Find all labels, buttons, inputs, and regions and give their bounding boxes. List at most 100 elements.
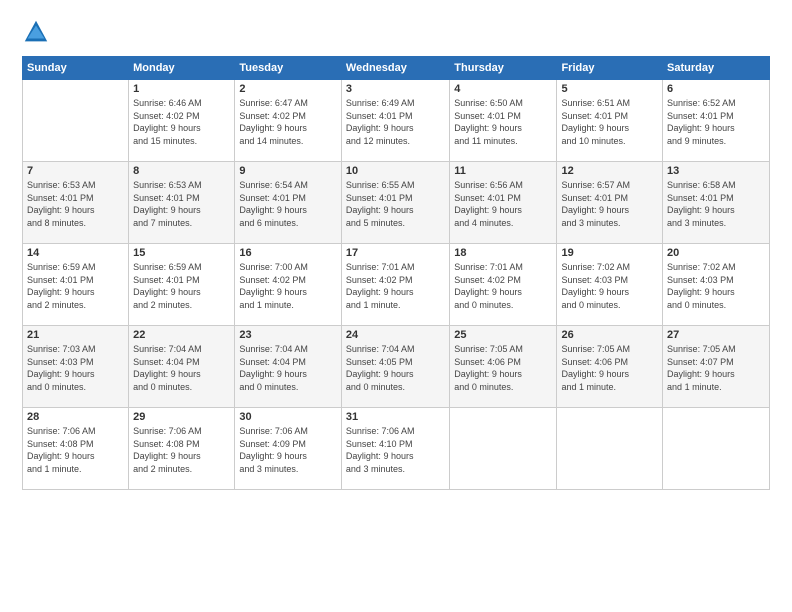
calendar-header-monday: Monday (129, 57, 235, 80)
calendar-cell (23, 80, 129, 162)
day-number: 14 (27, 247, 124, 259)
calendar-header-wednesday: Wednesday (341, 57, 449, 80)
calendar-cell: 25 Sunrise: 7:05 AMSunset: 4:06 PMDayligh… (450, 326, 557, 408)
day-number: 19 (561, 247, 658, 259)
day-info: Sunrise: 7:00 AMSunset: 4:02 PMDaylight:… (239, 261, 337, 311)
calendar-cell: 9 Sunrise: 6:54 AMSunset: 4:01 PMDaylight… (235, 162, 342, 244)
calendar-cell: 12 Sunrise: 6:57 AMSunset: 4:01 PMDayligh… (557, 162, 663, 244)
calendar-week-row: 7 Sunrise: 6:53 AMSunset: 4:01 PMDaylight… (23, 162, 770, 244)
day-info: Sunrise: 7:04 AMSunset: 4:05 PMDaylight:… (346, 343, 445, 393)
day-number: 1 (133, 83, 230, 95)
day-number: 24 (346, 329, 445, 341)
calendar-cell: 30 Sunrise: 7:06 AMSunset: 4:09 PMDayligh… (235, 408, 342, 490)
calendar-header-tuesday: Tuesday (235, 57, 342, 80)
day-info: Sunrise: 6:59 AMSunset: 4:01 PMDaylight:… (27, 261, 124, 311)
day-info: Sunrise: 6:52 AMSunset: 4:01 PMDaylight:… (667, 97, 765, 147)
day-info: Sunrise: 6:58 AMSunset: 4:01 PMDaylight:… (667, 179, 765, 229)
day-number: 26 (561, 329, 658, 341)
day-info: Sunrise: 7:04 AMSunset: 4:04 PMDaylight:… (239, 343, 337, 393)
calendar-cell: 3 Sunrise: 6:49 AMSunset: 4:01 PMDaylight… (341, 80, 449, 162)
calendar-cell: 21Sunrise: 7:03 AMSunset: 4:03 PMDayligh… (23, 326, 129, 408)
day-number: 25 (454, 329, 552, 341)
calendar-cell: 10Sunrise: 6:55 AMSunset: 4:01 PMDayligh… (341, 162, 449, 244)
calendar-cell: 4Sunrise: 6:50 AMSunset: 4:01 PMDaylight… (450, 80, 557, 162)
day-number: 5 (561, 83, 658, 95)
calendar-cell: 1 Sunrise: 6:46 AMSunset: 4:02 PMDaylight… (129, 80, 235, 162)
calendar-cell: 16 Sunrise: 7:00 AMSunset: 4:02 PMDayligh… (235, 244, 342, 326)
day-info: Sunrise: 7:01 AMSunset: 4:02 PMDaylight:… (454, 261, 552, 311)
day-number: 20 (667, 247, 765, 259)
day-number: 11 (454, 165, 552, 177)
day-info: Sunrise: 7:06 AMSunset: 4:09 PMDaylight:… (239, 425, 337, 475)
calendar-cell (663, 408, 770, 490)
day-info: Sunrise: 6:53 AMSunset: 4:01 PMDaylight:… (27, 179, 124, 229)
calendar-cell (557, 408, 663, 490)
day-number: 9 (239, 165, 337, 177)
day-number: 17 (346, 247, 445, 259)
day-number: 31 (346, 411, 445, 423)
calendar-week-row: 14 Sunrise: 6:59 AMSunset: 4:01 PMDayligh… (23, 244, 770, 326)
calendar-cell: 29 Sunrise: 7:06 AMSunset: 4:08 PMDayligh… (129, 408, 235, 490)
logo-icon (22, 18, 50, 46)
page: SundayMondayTuesdayWednesdayThursdayFrid… (0, 0, 792, 612)
day-number: 16 (239, 247, 337, 259)
day-info: Sunrise: 6:47 AMSunset: 4:02 PMDaylight:… (239, 97, 337, 147)
day-number: 3 (346, 83, 445, 95)
day-info: Sunrise: 6:54 AMSunset: 4:01 PMDaylight:… (239, 179, 337, 229)
day-number: 13 (667, 165, 765, 177)
calendar-header-sunday: Sunday (23, 57, 129, 80)
day-info: Sunrise: 6:53 AMSunset: 4:01 PMDaylight:… (133, 179, 230, 229)
day-number: 8 (133, 165, 230, 177)
calendar-cell: 13 Sunrise: 6:58 AMSunset: 4:01 PMDayligh… (663, 162, 770, 244)
day-number: 6 (667, 83, 765, 95)
day-info: Sunrise: 6:57 AMSunset: 4:01 PMDaylight:… (561, 179, 658, 229)
day-info: Sunrise: 7:01 AMSunset: 4:02 PMDaylight:… (346, 261, 445, 311)
day-info: Sunrise: 6:56 AMSunset: 4:01 PMDaylight:… (454, 179, 552, 229)
calendar-cell: 7 Sunrise: 6:53 AMSunset: 4:01 PMDaylight… (23, 162, 129, 244)
day-info: Sunrise: 6:59 AMSunset: 4:01 PMDaylight:… (133, 261, 230, 311)
calendar-header-thursday: Thursday (450, 57, 557, 80)
day-info: Sunrise: 7:05 AMSunset: 4:06 PMDaylight:… (454, 343, 552, 393)
calendar-cell (450, 408, 557, 490)
calendar: SundayMondayTuesdayWednesdayThursdayFrid… (22, 56, 770, 490)
day-number: 10 (346, 165, 445, 177)
calendar-week-row: 1 Sunrise: 6:46 AMSunset: 4:02 PMDaylight… (23, 80, 770, 162)
calendar-cell: 19Sunrise: 7:02 AMSunset: 4:03 PMDayligh… (557, 244, 663, 326)
calendar-cell: 27Sunrise: 7:05 AMSunset: 4:07 PMDayligh… (663, 326, 770, 408)
calendar-cell: 8 Sunrise: 6:53 AMSunset: 4:01 PMDaylight… (129, 162, 235, 244)
day-number: 28 (27, 411, 124, 423)
calendar-header-friday: Friday (557, 57, 663, 80)
day-number: 30 (239, 411, 337, 423)
calendar-cell: 31 Sunrise: 7:06 AMSunset: 4:10 PMDayligh… (341, 408, 449, 490)
calendar-cell: 2 Sunrise: 6:47 AMSunset: 4:02 PMDaylight… (235, 80, 342, 162)
day-info: Sunrise: 6:46 AMSunset: 4:02 PMDaylight:… (133, 97, 230, 147)
day-number: 12 (561, 165, 658, 177)
day-number: 4 (454, 83, 552, 95)
calendar-cell: 28 Sunrise: 7:06 AMSunset: 4:08 PMDayligh… (23, 408, 129, 490)
day-number: 29 (133, 411, 230, 423)
day-number: 15 (133, 247, 230, 259)
day-info: Sunrise: 7:06 AMSunset: 4:08 PMDaylight:… (27, 425, 124, 475)
day-info: Sunrise: 7:05 AMSunset: 4:06 PMDaylight:… (561, 343, 658, 393)
calendar-header-row: SundayMondayTuesdayWednesdayThursdayFrid… (23, 57, 770, 80)
day-info: Sunrise: 7:06 AMSunset: 4:10 PMDaylight:… (346, 425, 445, 475)
calendar-header-saturday: Saturday (663, 57, 770, 80)
calendar-cell: 6 Sunrise: 6:52 AMSunset: 4:01 PMDaylight… (663, 80, 770, 162)
day-info: Sunrise: 7:02 AMSunset: 4:03 PMDaylight:… (667, 261, 765, 311)
day-number: 23 (239, 329, 337, 341)
day-number: 2 (239, 83, 337, 95)
day-info: Sunrise: 6:49 AMSunset: 4:01 PMDaylight:… (346, 97, 445, 147)
day-number: 18 (454, 247, 552, 259)
calendar-cell: 5 Sunrise: 6:51 AMSunset: 4:01 PMDaylight… (557, 80, 663, 162)
calendar-cell: 24 Sunrise: 7:04 AMSunset: 4:05 PMDayligh… (341, 326, 449, 408)
calendar-cell: 26 Sunrise: 7:05 AMSunset: 4:06 PMDayligh… (557, 326, 663, 408)
calendar-cell: 20 Sunrise: 7:02 AMSunset: 4:03 PMDayligh… (663, 244, 770, 326)
day-info: Sunrise: 7:06 AMSunset: 4:08 PMDaylight:… (133, 425, 230, 475)
calendar-cell: 23 Sunrise: 7:04 AMSunset: 4:04 PMDayligh… (235, 326, 342, 408)
calendar-cell: 18 Sunrise: 7:01 AMSunset: 4:02 PMDayligh… (450, 244, 557, 326)
calendar-cell: 22Sunrise: 7:04 AMSunset: 4:04 PMDayligh… (129, 326, 235, 408)
day-number: 7 (27, 165, 124, 177)
day-info: Sunrise: 6:51 AMSunset: 4:01 PMDaylight:… (561, 97, 658, 147)
calendar-week-row: 28 Sunrise: 7:06 AMSunset: 4:08 PMDayligh… (23, 408, 770, 490)
day-number: 22 (133, 329, 230, 341)
